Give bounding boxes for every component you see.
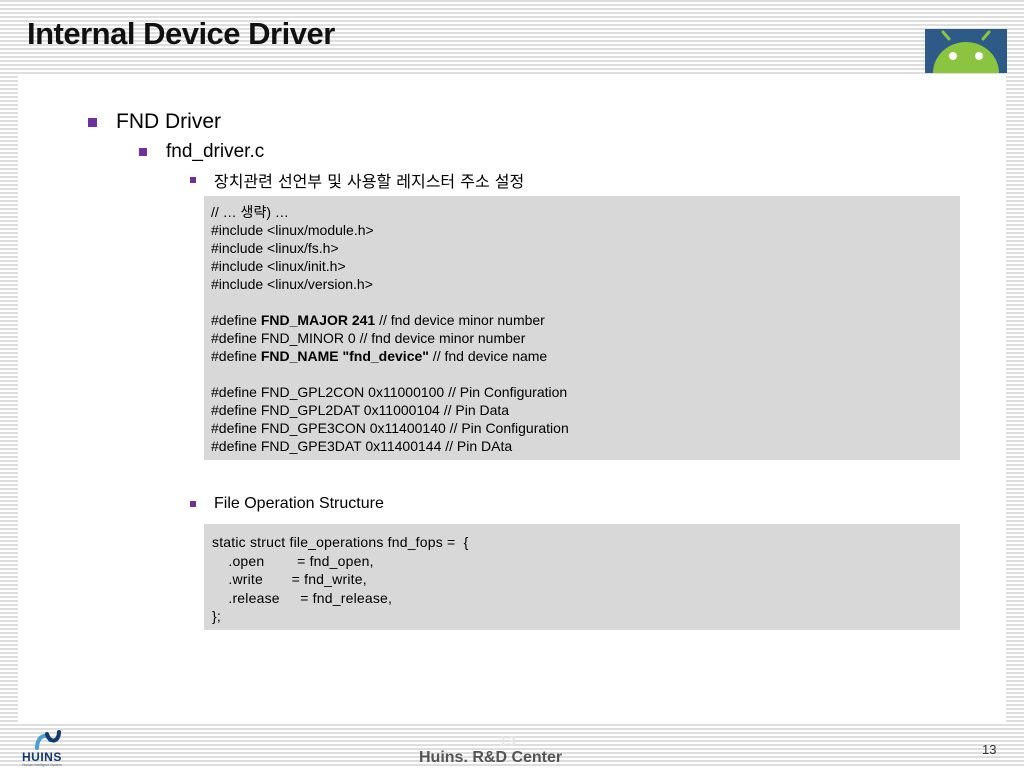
slide-title: Internal Device Driver — [27, 16, 335, 51]
code-line: #define FND_GPL2CON 0x11000100 // Pin Co… — [211, 384, 568, 400]
bullet-text: 장치관련 선언부 및 사용할 레지스터 주소 설정 — [214, 172, 525, 191]
code-line: static struct file_operations fnd_fops =… — [212, 534, 469, 550]
code-macro-name: FND_NAME "fnd_device" — [260, 348, 429, 364]
code-spacer — [211, 293, 960, 311]
huins-logo-icon: HUINS Human Intelligent System — [22, 728, 76, 768]
code-block-file-operations: static struct file_operations fnd_fops =… — [204, 524, 960, 630]
code-prefix: #define — [211, 348, 261, 364]
code-line: .write = fnd_write, — [212, 571, 367, 587]
code-comment: // fnd device minor number — [375, 312, 545, 328]
bullet-text: fnd_driver.c — [166, 141, 265, 162]
square-bullet-icon — [190, 177, 196, 183]
code-macro-name: FND_MAJOR 241 — [260, 312, 376, 328]
huins-logo-subtext: Human Intelligent System — [22, 763, 62, 767]
code-line: .open = fnd_open, — [212, 552, 374, 569]
code-line: #define FND_GPE3DAT 0x11400144 // Pin DA… — [211, 438, 513, 454]
code-line: // … 생략) … — [211, 204, 289, 220]
code-spacer — [211, 365, 960, 383]
bullet-register-setup: 장치관련 선언부 및 사용할 레지스터 주소 설정 — [190, 169, 524, 191]
square-bullet-icon — [139, 148, 147, 156]
bullet-fnd-driver-c: fnd_driver.c — [139, 140, 264, 164]
code-line-fnd-major: #define FND_MAJOR 241 // fnd device mino… — [211, 311, 960, 329]
bullet-text: FND Driver — [116, 110, 221, 133]
ghost-page-number: 13 — [499, 733, 516, 750]
square-bullet-icon — [190, 501, 196, 507]
footer-center-text: Huins. R&D Center — [419, 749, 563, 766]
code-line: #define FND_GPL2DAT 0x11000104 // Pin Da… — [211, 402, 510, 418]
code-line: #include <linux/fs.h> — [211, 240, 339, 256]
android-logo-icon — [925, 29, 1007, 73]
code-line: #define FND_GPE3CON 0x11400140 // Pin Co… — [211, 420, 569, 436]
code-line: .release = fnd_release, — [212, 589, 393, 606]
code-comment: // fnd device name — [428, 348, 548, 364]
code-block-declarations: // … 생략) … #include <linux/module.h> #in… — [204, 196, 960, 460]
code-line: #include <linux/init.h> — [211, 258, 346, 274]
code-prefix: #define — [211, 312, 261, 328]
page-number: 13 — [982, 742, 997, 757]
code-line: #define FND_MINOR 0 // fnd device minor … — [211, 330, 526, 346]
huins-logo-text: HUINS — [22, 750, 62, 764]
code-line: }; — [212, 608, 221, 624]
bullet-file-operation-structure: File Operation Structure — [190, 493, 384, 515]
code-line: #include <linux/version.h> — [211, 276, 373, 292]
square-bullet-icon — [88, 117, 97, 127]
code-line: #include <linux/module.h> — [211, 222, 374, 238]
bullet-fnd-driver: FND Driver — [88, 108, 221, 136]
bullet-text: File Operation Structure — [214, 495, 384, 512]
code-line-fnd-name: #define FND_NAME "fnd_device" // fnd dev… — [211, 347, 960, 365]
